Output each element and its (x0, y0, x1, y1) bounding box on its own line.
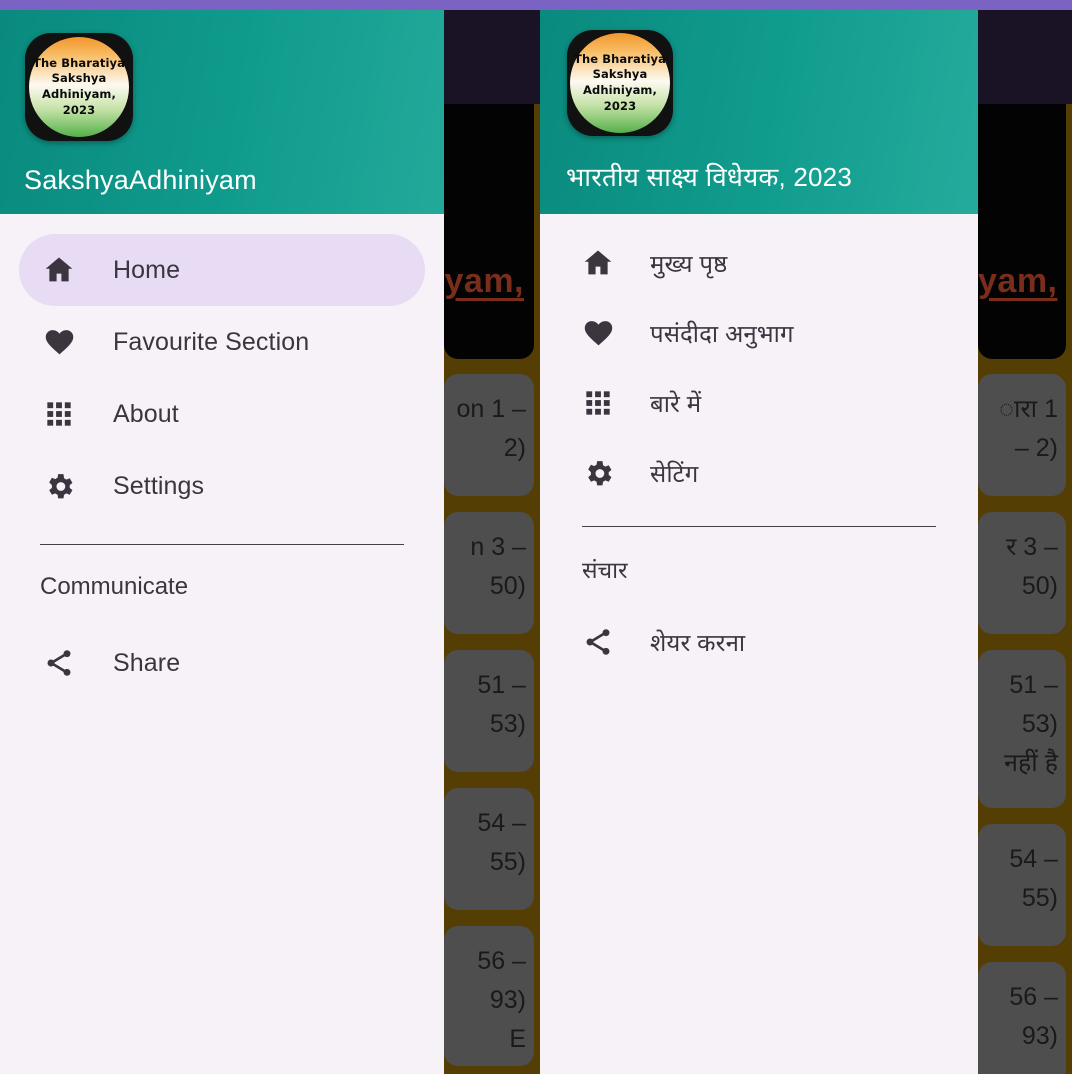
menu-item-label: Settings (113, 471, 205, 500)
heart-icon (41, 324, 77, 360)
logo-line-1: The Bharatiya (33, 55, 125, 70)
drawer-section-label: Communicate (40, 573, 189, 600)
home-icon (580, 245, 616, 281)
app-logo-icon: The Bharatiya Sakshya Adhiniyam, 2023 (25, 33, 133, 141)
menu-item-label: शेयर करना (650, 629, 746, 657)
drawer-title: SakshyaAdhiniyam (24, 165, 257, 195)
gear-icon (580, 455, 616, 491)
heart-icon (580, 315, 616, 351)
grid-dots-icon (580, 385, 616, 421)
drawer-header-hindi: The Bharatiya Sakshya Adhiniyam, 2023 भा… (540, 10, 978, 214)
drawer-menu-communicate-english: Share (0, 601, 444, 699)
drawer-title: भारतीय साक्ष्य विधेयक, 2023 (566, 162, 853, 192)
drawer-menu-english: Home Favourite Section About Settings (0, 214, 444, 522)
drawer-header-english: The Bharatiya Sakshya Adhiniyam, 2023 Sa… (0, 10, 444, 214)
logo-line-1: The Bharatiya (574, 51, 666, 66)
drawer-menu-communicate-hindi: शेयर करना (540, 585, 978, 677)
menu-item-favourite-section[interactable]: Favourite Section (19, 306, 425, 378)
logo-line-2: Sakshya (592, 67, 648, 82)
logo-line-4: 2023 (603, 98, 637, 113)
grid-dots-icon (41, 396, 77, 432)
menu-item-settings[interactable]: सेटिंग (554, 438, 964, 508)
home-icon (41, 252, 77, 288)
menu-item-share[interactable]: शेयर करना (554, 607, 964, 677)
menu-item-home[interactable]: Home (19, 234, 425, 306)
navigation-drawer-english: The Bharatiya Sakshya Adhiniyam, 2023 Sa… (0, 10, 444, 1074)
share-icon (41, 645, 77, 681)
menu-item-label: About (113, 399, 179, 428)
logo-line-3: Adhiniyam, (41, 87, 116, 101)
app-screen: yam, on 1 – 2) n 3 – 50) 51 – 53) 54 – 5… (0, 0, 1072, 1074)
drawer-menu-hindi: मुख्य पृष्ठ पसंदीदा अनुभाग बारे में सेटि… (540, 214, 978, 508)
logo-line-2: Sakshya (51, 71, 107, 86)
share-icon (580, 624, 616, 660)
gear-icon (41, 468, 77, 504)
menu-item-about[interactable]: बारे में (554, 368, 964, 438)
menu-item-label: Favourite Section (113, 327, 310, 356)
status-bar (0, 0, 1072, 10)
menu-item-share[interactable]: Share (19, 627, 425, 699)
menu-item-label: बारे में (650, 390, 702, 418)
menu-item-label: Share (113, 648, 181, 677)
menu-item-label: मुख्य पृष्ठ (650, 250, 728, 278)
menu-item-label: पसंदीदा अनुभाग (650, 320, 794, 348)
navigation-drawer-hindi: The Bharatiya Sakshya Adhiniyam, 2023 भा… (540, 10, 978, 1074)
logo-line-4: 2023 (62, 102, 96, 117)
menu-item-settings[interactable]: Settings (19, 450, 425, 522)
menu-item-favourite-section[interactable]: पसंदीदा अनुभाग (554, 298, 964, 368)
menu-item-home[interactable]: मुख्य पृष्ठ (554, 228, 964, 298)
menu-item-about[interactable]: About (19, 378, 425, 450)
logo-line-3: Adhiniyam, (582, 83, 657, 97)
menu-item-label: Home (113, 255, 181, 284)
app-logo-icon: The Bharatiya Sakshya Adhiniyam, 2023 (567, 30, 673, 136)
menu-item-label: सेटिंग (650, 460, 699, 488)
drawer-section-label: संचार (582, 557, 628, 583)
